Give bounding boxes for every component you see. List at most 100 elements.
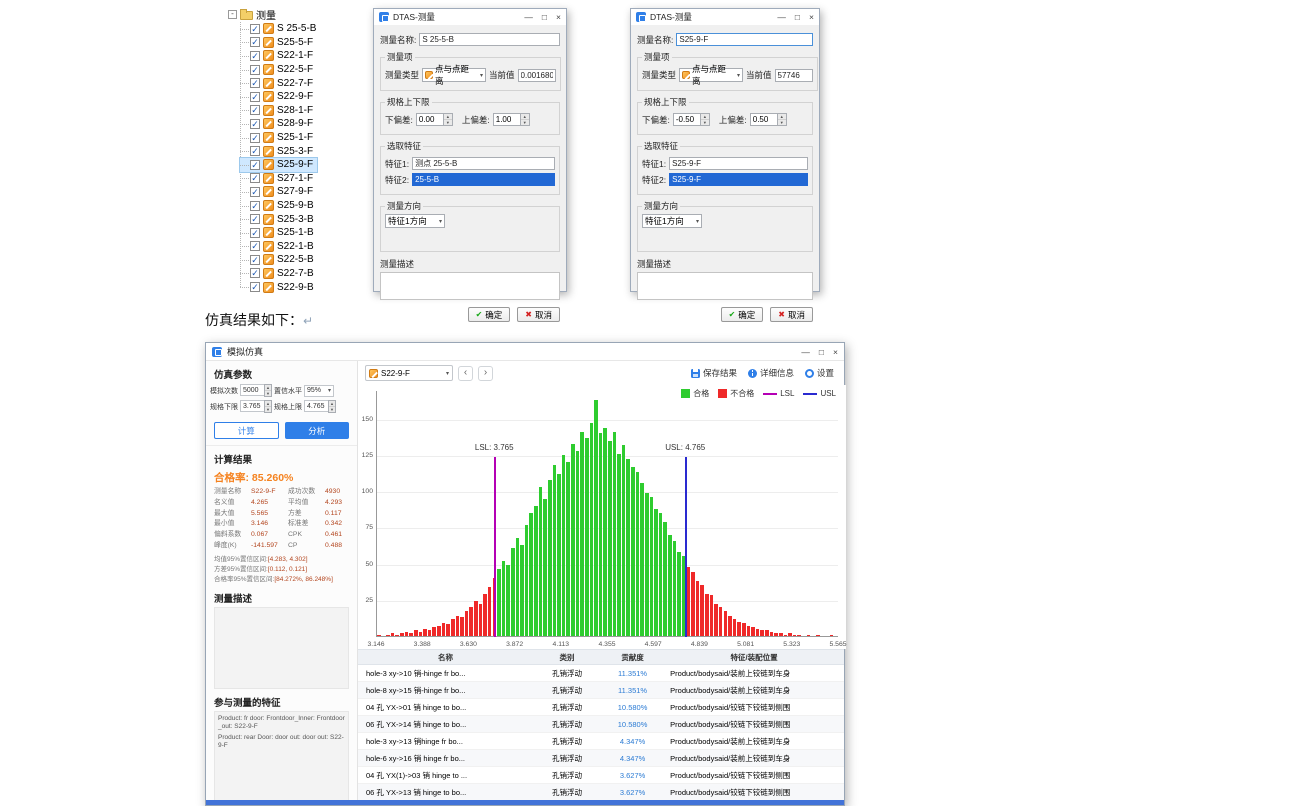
cancel-button[interactable]: ✖ 取消 xyxy=(517,307,560,322)
tree-item[interactable]: ✓S22-5-B xyxy=(240,253,318,267)
table-row[interactable]: hole-6 xy->16 销 hinge fr bo...孔销浮动4.347%… xyxy=(358,750,844,767)
tree-item[interactable]: ✓S27-9-F xyxy=(240,185,317,199)
ok-button[interactable]: ✔ 确定 xyxy=(721,307,764,322)
tree-item[interactable]: ✓S25-3-B xyxy=(240,212,318,226)
confidence-select[interactable]: 95% ▾ xyxy=(304,385,334,397)
spinner-arrows-icon[interactable]: ▲▼ xyxy=(328,400,336,413)
direction-select[interactable]: 特征1方向 ▾ xyxy=(385,214,445,228)
checkbox-checked-icon[interactable]: ✓ xyxy=(250,146,260,156)
current-value-input[interactable] xyxy=(518,69,556,82)
expander-icon[interactable]: - xyxy=(228,10,237,19)
spinner-arrows-icon[interactable]: ▲▼ xyxy=(520,113,530,126)
measure-desc-textarea[interactable] xyxy=(380,272,560,300)
checkbox-checked-icon[interactable]: ✓ xyxy=(250,37,260,47)
table-row[interactable]: hole-3 xy->10 销-hinge fr bo...孔销浮动11.351… xyxy=(358,665,844,682)
measurement-select[interactable]: S22-9-F ▾ xyxy=(365,365,453,381)
checkbox-checked-icon[interactable]: ✓ xyxy=(250,173,260,183)
checkbox-checked-icon[interactable]: ✓ xyxy=(250,241,260,251)
minimize-button[interactable]: — xyxy=(801,347,810,357)
upper-dev-spinner[interactable]: 0.50 ▲▼ xyxy=(750,113,787,126)
close-button[interactable]: × xyxy=(556,12,561,22)
calculate-button[interactable]: 计算 xyxy=(214,422,279,439)
spec-lower-spinner[interactable]: 3.765 ▲▼ xyxy=(240,400,272,413)
dialog-titlebar[interactable]: DTAS-测量 — □ × xyxy=(374,9,566,25)
measure-name-input[interactable] xyxy=(676,33,813,46)
tree-item[interactable]: ✓S28-9-F xyxy=(240,117,317,131)
maximize-button[interactable]: □ xyxy=(542,12,547,22)
tree-item[interactable]: ✓S22-1-B xyxy=(240,240,318,254)
tree-item[interactable]: ✓S 25-5-B xyxy=(240,22,320,36)
measure-desc-textarea[interactable] xyxy=(637,272,813,300)
close-button[interactable]: × xyxy=(833,347,838,357)
tree-item[interactable]: ✓S25-9-B xyxy=(240,199,318,213)
checkbox-checked-icon[interactable]: ✓ xyxy=(250,201,260,211)
spinner-arrows-icon[interactable]: ▲▼ xyxy=(264,384,272,397)
spinner-arrows-icon[interactable]: ▲▼ xyxy=(443,113,453,126)
feature1-input[interactable] xyxy=(669,157,808,170)
table-row[interactable]: hole-8 xy->15 销-hinge fr bo...孔销浮动11.351… xyxy=(358,682,844,699)
lower-dev-spinner[interactable]: -0.50 ▲▼ xyxy=(673,113,710,126)
table-row[interactable]: 04 孔 YX->01 销 hinge to bo...孔销浮动10.580%P… xyxy=(358,699,844,716)
sim-count-spinner[interactable]: 5000 ▲▼ xyxy=(240,384,272,397)
table-row[interactable]: 06 孔 YX->13 销 hinge to bo...孔销浮动3.627%Pr… xyxy=(358,784,844,801)
tree-item[interactable]: ✓S22-9-B xyxy=(240,280,318,294)
tree-item[interactable]: ✓S22-7-B xyxy=(240,267,318,281)
tree-item[interactable]: ✓S25-5-F xyxy=(240,36,317,50)
spinner-arrows-icon[interactable]: ▲▼ xyxy=(700,113,710,126)
close-button[interactable]: × xyxy=(809,12,814,22)
measure-type-select[interactable]: 点与点距离 ▾ xyxy=(679,68,743,82)
spinner-arrows-icon[interactable]: ▲▼ xyxy=(264,400,272,413)
checkbox-checked-icon[interactable]: ✓ xyxy=(250,160,260,170)
checkbox-checked-icon[interactable]: ✓ xyxy=(250,268,260,278)
maximize-button[interactable]: □ xyxy=(795,12,800,22)
measure-name-input[interactable] xyxy=(419,33,560,46)
upper-dev-spinner[interactable]: 1.00 ▲▼ xyxy=(493,113,530,126)
checkbox-checked-icon[interactable]: ✓ xyxy=(250,282,260,292)
tree-item[interactable]: ✓S22-5-F xyxy=(240,63,317,77)
checkbox-checked-icon[interactable]: ✓ xyxy=(250,133,260,143)
table-row[interactable]: 04 孔 YX(1)->03 销 hinge to ...孔销浮动3.627%P… xyxy=(358,767,844,784)
checkbox-checked-icon[interactable]: ✓ xyxy=(250,78,260,88)
checkbox-checked-icon[interactable]: ✓ xyxy=(250,51,260,61)
settings-button[interactable]: 设置 xyxy=(802,367,837,379)
tree-item[interactable]: ✓S25-3-F xyxy=(240,144,317,158)
ok-button[interactable]: ✔ 确定 xyxy=(468,307,511,322)
tree-item[interactable]: ✓S27-1-F xyxy=(240,172,317,186)
checkbox-checked-icon[interactable]: ✓ xyxy=(250,228,260,238)
direction-select[interactable]: 特征1方向 ▾ xyxy=(642,214,702,228)
checkbox-checked-icon[interactable]: ✓ xyxy=(250,214,260,224)
window-titlebar[interactable]: 模拟仿真 — □ × xyxy=(206,343,844,361)
checkbox-checked-icon[interactable]: ✓ xyxy=(250,65,260,75)
tree-item[interactable]: ✓S25-9-F xyxy=(240,158,317,172)
table-row[interactable]: 06 孔 YX->14 销 hinge to bo...孔销浮动10.580%P… xyxy=(358,716,844,733)
selected-row-highlight[interactable] xyxy=(206,800,844,805)
maximize-button[interactable]: □ xyxy=(819,347,824,357)
feature2-input[interactable]: S25-9-F xyxy=(669,173,808,186)
spec-upper-spinner[interactable]: 4.765 ▲▼ xyxy=(304,400,336,413)
tree-item[interactable]: ✓S22-9-F xyxy=(240,90,317,104)
analyze-button[interactable]: 分析 xyxy=(285,422,350,439)
detail-info-button[interactable]: 详细信息 xyxy=(745,367,797,379)
dialog-titlebar[interactable]: DTAS-测量 — □ × xyxy=(631,9,819,25)
minimize-button[interactable]: — xyxy=(777,12,786,22)
checkbox-checked-icon[interactable]: ✓ xyxy=(250,92,260,102)
checkbox-checked-icon[interactable]: ✓ xyxy=(250,24,260,34)
prev-measure-button[interactable]: ‹ xyxy=(458,366,473,381)
table-row[interactable]: hole-3 xy->13 销hinge fr bo...孔销浮动4.347%P… xyxy=(358,733,844,750)
tree-item[interactable]: ✓S22-1-F xyxy=(240,49,317,63)
checkbox-checked-icon[interactable]: ✓ xyxy=(250,255,260,265)
tree-item[interactable]: ✓S25-1-B xyxy=(240,226,318,240)
checkbox-checked-icon[interactable]: ✓ xyxy=(250,187,260,197)
feature1-input[interactable] xyxy=(412,157,555,170)
tree-root[interactable]: - 测量 xyxy=(228,7,368,22)
feature2-input[interactable]: 25-5-B xyxy=(412,173,555,186)
checkbox-checked-icon[interactable]: ✓ xyxy=(250,119,260,129)
tree-item[interactable]: ✓S25-1-F xyxy=(240,131,317,145)
cancel-button[interactable]: ✖ 取消 xyxy=(770,307,813,322)
lower-dev-spinner[interactable]: 0.00 ▲▼ xyxy=(416,113,453,126)
measure-type-select[interactable]: 点与点距离 ▾ xyxy=(422,68,486,82)
spinner-arrows-icon[interactable]: ▲▼ xyxy=(777,113,787,126)
next-measure-button[interactable]: › xyxy=(478,366,493,381)
current-value-input[interactable] xyxy=(775,69,813,82)
tree-item[interactable]: ✓S28-1-F xyxy=(240,104,317,118)
